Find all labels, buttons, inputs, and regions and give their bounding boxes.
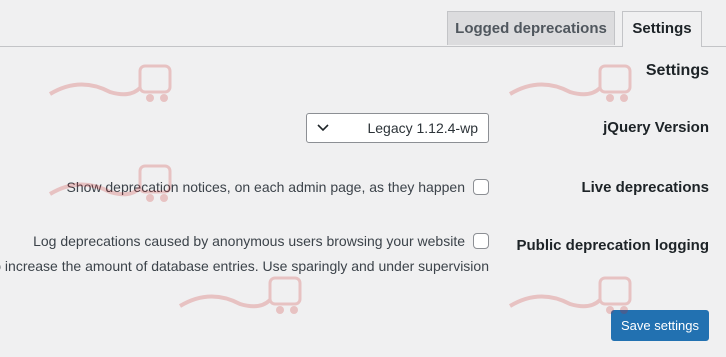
live-deprecations-label: Live deprecations bbox=[581, 179, 709, 196]
watermark-logo-icon bbox=[508, 276, 632, 314]
live-deprecations-checkbox[interactable] bbox=[473, 179, 489, 195]
tab-bar-divider bbox=[0, 46, 726, 47]
watermark-logo-icon bbox=[178, 276, 302, 314]
tab-settings[interactable]: Settings bbox=[622, 11, 702, 47]
jquery-version-label: jQuery Version bbox=[603, 119, 709, 136]
section-title: Settings bbox=[645, 62, 709, 79]
watermark-logo-icon bbox=[48, 64, 172, 102]
public-logging-label: Public deprecation logging bbox=[516, 237, 709, 254]
public-logging-checkbox[interactable] bbox=[473, 233, 489, 249]
jquery-version-select[interactable]: Legacy 1.12.4-wp bbox=[306, 113, 489, 143]
public-logging-text: Log deprecations caused by anonymous use… bbox=[33, 233, 465, 249]
watermark-logo-icon bbox=[48, 164, 172, 202]
watermark-logo-icon bbox=[508, 64, 632, 102]
tab-logged-deprecations[interactable]: Logged deprecations bbox=[447, 11, 615, 45]
jquery-version-value: Legacy 1.12.4-wp bbox=[367, 120, 478, 136]
chevron-down-icon bbox=[317, 124, 329, 132]
